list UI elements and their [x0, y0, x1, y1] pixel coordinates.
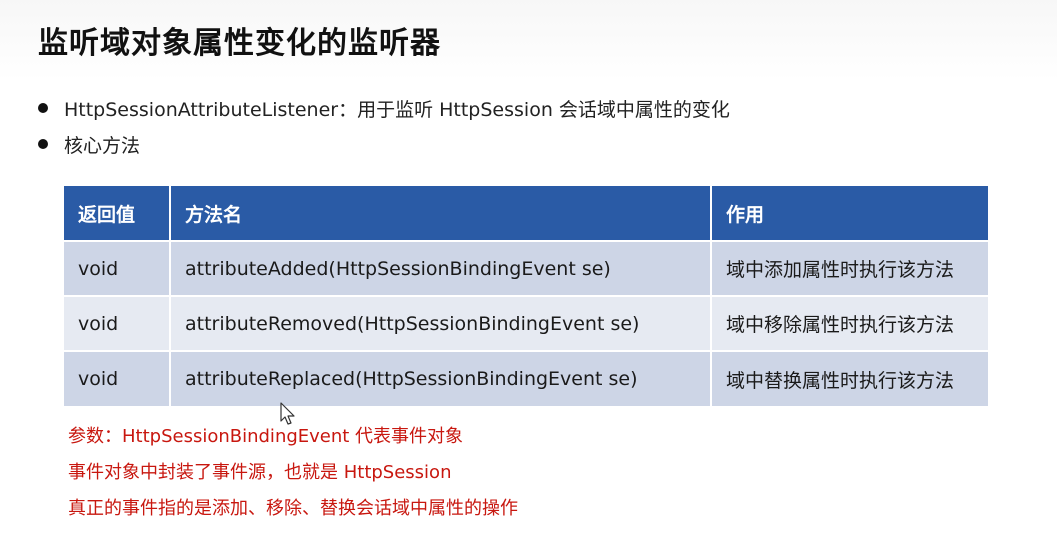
table-row: void attributeAdded(HttpSessionBindingEv… [64, 240, 988, 296]
cell-return-type: void [64, 350, 171, 406]
cell-purpose: 域中添加属性时执行该方法 [711, 240, 988, 296]
notes: 参数：HttpSessionBindingEvent 代表事件对象 事件对象中封… [68, 420, 518, 528]
bullet-item: 核心方法 [38, 130, 730, 158]
cell-method-name: attributeReplaced(HttpSessionBindingEven… [170, 350, 712, 406]
cell-return-type: void [64, 295, 171, 351]
header-method-name: 方法名 [170, 186, 712, 241]
bullet-dot-icon [38, 139, 48, 149]
bullet-text: HttpSessionAttributeListener：用于监听 HttpSe… [64, 98, 730, 121]
cell-purpose: 域中替换属性时执行该方法 [711, 350, 988, 406]
bullet-item: HttpSessionAttributeListener：用于监听 HttpSe… [38, 94, 730, 122]
cell-return-type: void [64, 240, 171, 296]
slide: 监听域对象属性变化的监听器 HttpSessionAttributeListen… [0, 0, 1057, 533]
bullet-list: HttpSessionAttributeListener：用于监听 HttpSe… [38, 94, 730, 166]
note-line: 事件对象中封装了事件源，也就是 HttpSession [68, 462, 452, 483]
header-return-type: 返回值 [64, 186, 171, 241]
header-purpose: 作用 [711, 186, 988, 241]
table-header-row: 返回值 方法名 作用 [64, 186, 988, 241]
cell-method-name: attributeAdded(HttpSessionBindingEvent s… [170, 240, 712, 296]
cell-method-name: attributeRemoved(HttpSessionBindingEvent… [170, 295, 712, 351]
table-row: void attributeRemoved(HttpSessionBinding… [64, 295, 988, 351]
table-row: void attributeReplaced(HttpSessionBindin… [64, 350, 988, 406]
note-line: 参数：HttpSessionBindingEvent 代表事件对象 [68, 426, 464, 447]
bullet-text: 核心方法 [64, 134, 141, 157]
methods-table: 返回值 方法名 作用 void attributeAdded(HttpSessi… [64, 186, 988, 406]
note-line: 真正的事件指的是添加、移除、替换会话域中属性的操作 [68, 498, 518, 519]
cell-purpose: 域中移除属性时执行该方法 [711, 295, 988, 351]
page-title: 监听域对象属性变化的监听器 [38, 26, 441, 61]
bullet-dot-icon [38, 103, 48, 113]
